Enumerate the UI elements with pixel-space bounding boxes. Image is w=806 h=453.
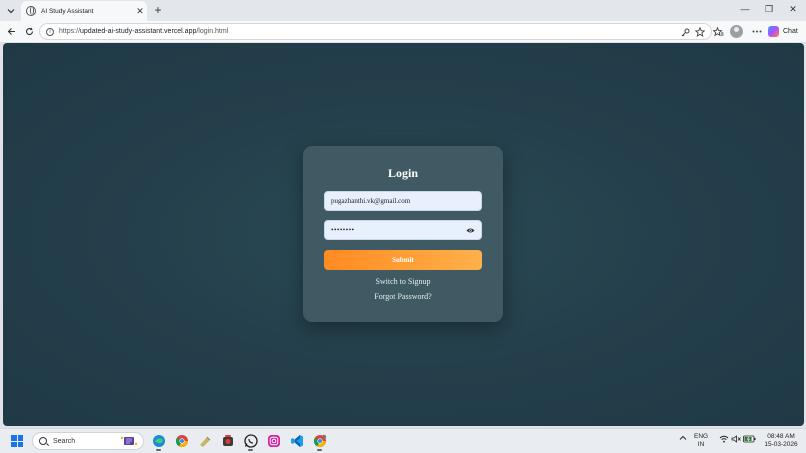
region-code: IN (697, 441, 705, 448)
submit-button[interactable]: Submit (324, 250, 482, 270)
minimize-button[interactable]: — (736, 3, 754, 15)
key-icon[interactable] (679, 26, 691, 38)
clock-time: 08:48 AM (767, 433, 795, 440)
tab-actions-menu[interactable] (3, 3, 19, 18)
email-field[interactable] (324, 191, 482, 211)
running-indicator (317, 449, 322, 451)
system-clock[interactable]: 08:48 AM 15-03-2026 (760, 433, 802, 449)
url-scheme: https:// (59, 28, 81, 35)
arrow-left-icon (7, 27, 15, 35)
chevron-down-icon (7, 8, 15, 13)
url-path: /login.html (196, 28, 229, 35)
chevron-up-icon[interactable] (679, 435, 687, 443)
running-indicator (156, 449, 161, 451)
profile-avatar[interactable] (730, 25, 743, 38)
taskbar-search[interactable]: Search (32, 432, 144, 450)
close-window-button[interactable]: ✕ (784, 3, 802, 15)
login-card: Login Submit Switch to Signup Forgot Pas… (303, 146, 503, 322)
search-icon (39, 437, 47, 445)
language-indicator[interactable]: ENG IN (694, 433, 708, 449)
vscode-app-icon[interactable] (289, 433, 304, 448)
password-field[interactable] (324, 220, 482, 240)
restore-button[interactable]: ❐ (760, 3, 778, 15)
edge-app-icon[interactable] (151, 433, 166, 451)
tab-close-icon[interactable]: ✕ (133, 6, 147, 17)
chrome-profile-app-icon[interactable] (312, 433, 327, 451)
language-code: ENG (694, 433, 709, 440)
copilot-chat-button[interactable]: Chat (768, 24, 798, 39)
login-title: Login (387, 166, 418, 180)
more-options-icon[interactable] (750, 25, 763, 38)
page-viewport: Login Submit Switch to Signup Forgot Pas… (3, 43, 804, 426)
globe-icon (26, 6, 36, 16)
instagram-app-icon[interactable] (266, 433, 281, 448)
reload-button[interactable] (22, 24, 36, 38)
file-explorer-icon[interactable] (197, 433, 212, 448)
volume-muted-icon[interactable] (731, 435, 741, 445)
tab-strip: AI Study Assistant ✕ + — ❐ ✕ (0, 0, 806, 21)
copilot-icon (768, 26, 779, 37)
back-button[interactable] (4, 24, 18, 38)
new-tab-button[interactable]: + (152, 3, 164, 17)
search-label: Search (53, 437, 76, 445)
email-input[interactable] (331, 197, 481, 205)
address-bar[interactable]: i https://updated-ai-study-assistant.ver… (39, 23, 712, 40)
chrome-app-icon[interactable] (174, 433, 189, 448)
running-indicator (248, 449, 253, 451)
url-text: https://updated-ai-study-assistant.verce… (59, 28, 228, 35)
tab-title: AI Study Assistant (41, 7, 94, 15)
url-host: updated-ai-study-assistant.vercel.app (80, 28, 197, 35)
reload-icon (25, 27, 33, 35)
switch-to-signup-link[interactable]: Switch to Signup (303, 277, 503, 286)
star-icon[interactable] (694, 26, 706, 38)
navigation-bar: i https://updated-ai-study-assistant.ver… (0, 21, 806, 42)
windows-start-icon[interactable] (11, 435, 23, 447)
search-highlight-icon (120, 436, 138, 446)
site-info-icon[interactable]: i (46, 27, 54, 36)
browser-tab-active[interactable]: AI Study Assistant ✕ (21, 1, 147, 21)
whatsapp-app-icon[interactable] (243, 433, 258, 451)
password-input[interactable] (331, 226, 481, 234)
eye-icon[interactable] (466, 227, 475, 234)
clock-date: 15-03-2026 (764, 441, 798, 448)
battery-charging-icon[interactable] (743, 435, 756, 445)
chat-label: Chat (783, 28, 798, 35)
wifi-icon[interactable] (719, 435, 729, 445)
favorites-icon[interactable] (712, 25, 725, 38)
media-app-icon[interactable] (220, 433, 235, 448)
taskbar: Search ENG IN 08:48 AM 15-03-2026 (0, 428, 806, 453)
forgot-password-link[interactable]: Forgot Password? (303, 292, 503, 301)
